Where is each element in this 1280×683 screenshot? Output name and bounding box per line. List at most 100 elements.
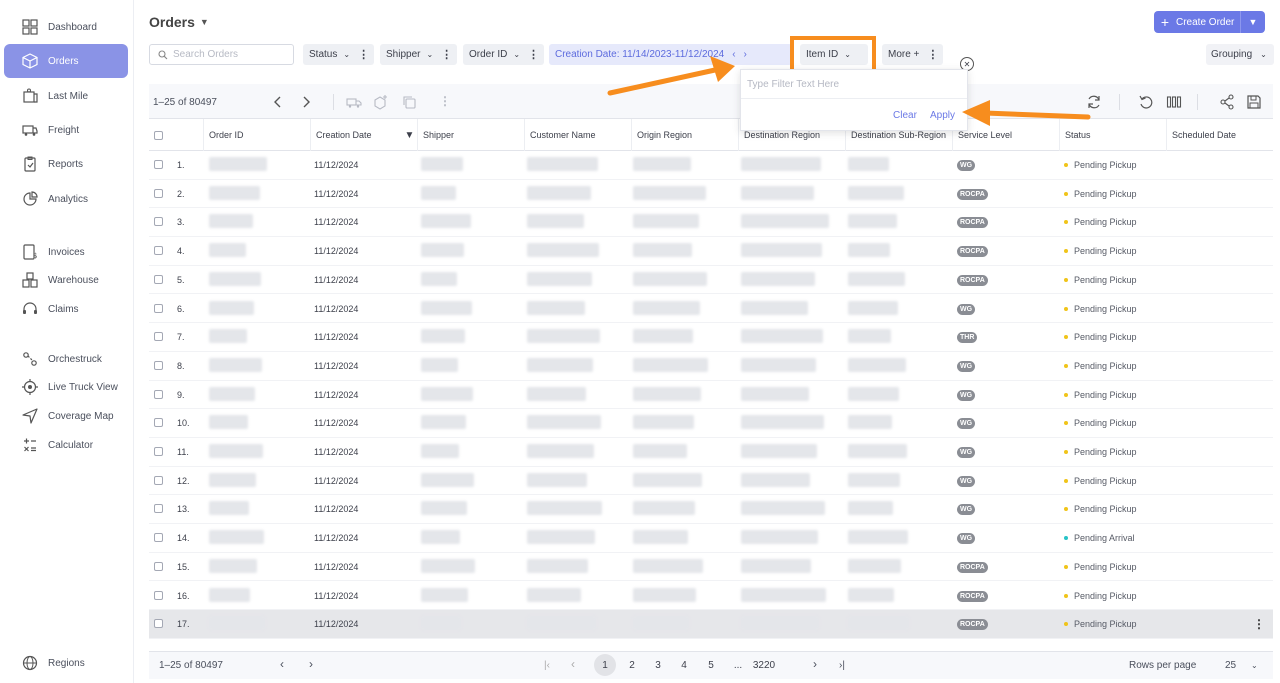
- table-row[interactable]: 3. 11/12/2024 ROCPA Pending Pickup: [149, 208, 1273, 238]
- table-row[interactable]: 17. 11/12/2024 ROCPA Pending Pickup ⋮: [149, 610, 1273, 639]
- page-button[interactable]: 3220: [745, 654, 783, 676]
- chevron-right-icon[interactable]: ›: [744, 49, 747, 60]
- filter-status[interactable]: Status ⌄ ⋮: [303, 44, 375, 65]
- grouping-select[interactable]: Grouping ⌄: [1206, 44, 1274, 65]
- row-checkbox[interactable]: [154, 447, 163, 456]
- table-row[interactable]: 5. 11/12/2024 ROCPA Pending Pickup: [149, 266, 1273, 295]
- row-checkbox[interactable]: [154, 360, 163, 370]
- column-shipper[interactable]: Shipper: [417, 119, 524, 151]
- column-service-level[interactable]: Service Level: [952, 119, 1059, 151]
- columns-icon[interactable]: [1166, 94, 1182, 110]
- column-status[interactable]: Status: [1059, 119, 1166, 151]
- table-row[interactable]: 7. 11/12/2024 THR Pending Pickup: [149, 323, 1273, 352]
- table-row[interactable]: 13. 11/12/2024 WG Pending Pickup: [149, 495, 1273, 525]
- chevron-left-icon[interactable]: ‹: [280, 657, 284, 671]
- table-row[interactable]: 6. 11/12/2024 WG Pending Pickup: [149, 295, 1273, 324]
- table-row[interactable]: 14. 11/12/2024 WG Pending Arrival: [149, 524, 1273, 553]
- add-package-icon[interactable]: [373, 94, 389, 110]
- undo-icon[interactable]: [1138, 94, 1154, 110]
- table-row[interactable]: 8. 11/12/2024 WG Pending Pickup: [149, 352, 1273, 381]
- row-checkbox[interactable]: [154, 619, 163, 629]
- kebab-icon[interactable]: ⋮: [439, 94, 451, 108]
- row-checkbox[interactable]: [154, 533, 163, 543]
- row-checkbox[interactable]: [154, 188, 163, 198]
- column-customer-name[interactable]: Customer Name: [524, 119, 631, 151]
- chevron-left-icon[interactable]: [270, 94, 286, 110]
- sidebar-item-reports[interactable]: Reports: [4, 147, 128, 181]
- table-row[interactable]: 15. 11/12/2024 ROCPA Pending Pickup: [149, 553, 1273, 582]
- row-number: 15.: [177, 561, 190, 572]
- sidebar-item-orders[interactable]: Orders: [4, 44, 128, 78]
- navigation-icon: [22, 408, 38, 424]
- filter-order-id[interactable]: Order ID ⌄ ⋮: [463, 44, 545, 65]
- rows-per-page-select[interactable]: 25: [1225, 660, 1236, 671]
- table-row[interactable]: 1. 11/12/2024 WG Pending Pickup: [149, 151, 1273, 180]
- table-row[interactable]: 16. 11/12/2024 ROCPA Pending Pickup: [149, 582, 1273, 611]
- select-all-checkbox[interactable]: [154, 130, 163, 140]
- page-button[interactable]: 2: [621, 654, 643, 676]
- share-icon[interactable]: [1219, 94, 1235, 110]
- row-checkbox[interactable]: [154, 217, 163, 227]
- filter-creation-date[interactable]: Creation Date: 11/14/2023-11/12/2024 ‹ ›: [549, 44, 792, 65]
- refresh-icon[interactable]: [1086, 94, 1102, 110]
- column-origin-region[interactable]: Origin Region: [631, 119, 738, 151]
- sidebar-item-dashboard[interactable]: Dashboard: [4, 10, 128, 44]
- chevron-right-icon[interactable]: ›: [309, 657, 313, 671]
- apply-button[interactable]: Apply: [930, 110, 955, 121]
- filter-shipper[interactable]: Shipper ⌄ ⋮: [380, 44, 458, 65]
- search-input[interactable]: Search Orders: [149, 44, 294, 65]
- sort-desc-icon[interactable]: ▼: [405, 130, 415, 141]
- table-row[interactable]: 11. 11/12/2024 WG Pending Pickup: [149, 438, 1273, 467]
- next-page-icon[interactable]: ›: [813, 657, 817, 671]
- first-page-icon[interactable]: |‹: [544, 660, 550, 671]
- row-checkbox[interactable]: [154, 332, 163, 342]
- page-button[interactable]: 4: [673, 654, 695, 676]
- kebab-icon[interactable]: ⋮: [1253, 617, 1265, 631]
- create-order-dropdown[interactable]: ▼: [1240, 11, 1265, 33]
- kebab-icon[interactable]: ⋮: [441, 48, 452, 61]
- row-checkbox[interactable]: [154, 561, 163, 571]
- filter-text-input[interactable]: [747, 74, 961, 94]
- row-checkbox[interactable]: [154, 504, 163, 514]
- row-checkbox[interactable]: [154, 246, 163, 256]
- sidebar-item-regions[interactable]: Regions: [4, 646, 128, 680]
- row-checkbox[interactable]: [154, 475, 163, 485]
- create-order-button[interactable]: + Create Order ▼: [1154, 11, 1265, 33]
- chevron-down-icon[interactable]: ⌄: [1251, 661, 1258, 670]
- kebab-icon[interactable]: ⋮: [528, 48, 539, 61]
- row-checkbox[interactable]: [154, 274, 163, 284]
- row-checkbox[interactable]: [154, 418, 163, 428]
- chevron-right-icon[interactable]: [298, 94, 314, 110]
- prev-page-icon[interactable]: ‹: [571, 657, 575, 671]
- table-row[interactable]: 2. 11/12/2024 ROCPA Pending Pickup: [149, 180, 1273, 209]
- sidebar-item-analytics[interactable]: Analytics: [4, 182, 128, 216]
- table-row[interactable]: 9. 11/12/2024 WG Pending Pickup: [149, 381, 1273, 410]
- save-icon[interactable]: [1246, 94, 1262, 110]
- column-creation-date[interactable]: Creation Date ▼: [310, 119, 417, 151]
- truck-icon[interactable]: [346, 94, 362, 110]
- table-row[interactable]: 4. 11/12/2024 ROCPA Pending Pickup: [149, 237, 1273, 266]
- copy-icon[interactable]: [401, 94, 417, 110]
- sidebar-item-claims[interactable]: Claims: [4, 292, 128, 326]
- sidebar-item-last-mile[interactable]: Last Mile: [4, 79, 128, 113]
- row-checkbox[interactable]: [154, 160, 163, 169]
- kebab-icon[interactable]: ⋮: [358, 48, 369, 61]
- chevron-left-icon[interactable]: ‹: [732, 49, 735, 60]
- sidebar-item-calculator[interactable]: Calculator: [4, 428, 128, 462]
- page-title[interactable]: Orders ▼: [149, 14, 209, 30]
- table-row[interactable]: 12. 11/12/2024 WG Pending Pickup: [149, 467, 1273, 496]
- page-button[interactable]: 1: [594, 654, 616, 676]
- kebab-icon[interactable]: ⋮: [927, 48, 938, 61]
- row-checkbox[interactable]: [154, 303, 163, 313]
- column-order-id[interactable]: Order ID: [203, 119, 310, 151]
- clear-button[interactable]: Clear: [893, 110, 917, 121]
- page-button[interactable]: 3: [647, 654, 669, 676]
- table-row[interactable]: 10. 11/12/2024 WG Pending Pickup: [149, 409, 1273, 438]
- column-scheduled-date[interactable]: Scheduled Date: [1166, 119, 1273, 151]
- service-level-badge: ROCPA: [957, 274, 988, 286]
- row-checkbox[interactable]: [154, 389, 163, 399]
- row-checkbox[interactable]: [154, 590, 163, 600]
- sidebar-item-freight[interactable]: Freight: [4, 113, 128, 147]
- filter-more[interactable]: More + ⋮: [882, 44, 944, 65]
- last-page-icon[interactable]: ›|: [839, 660, 845, 671]
